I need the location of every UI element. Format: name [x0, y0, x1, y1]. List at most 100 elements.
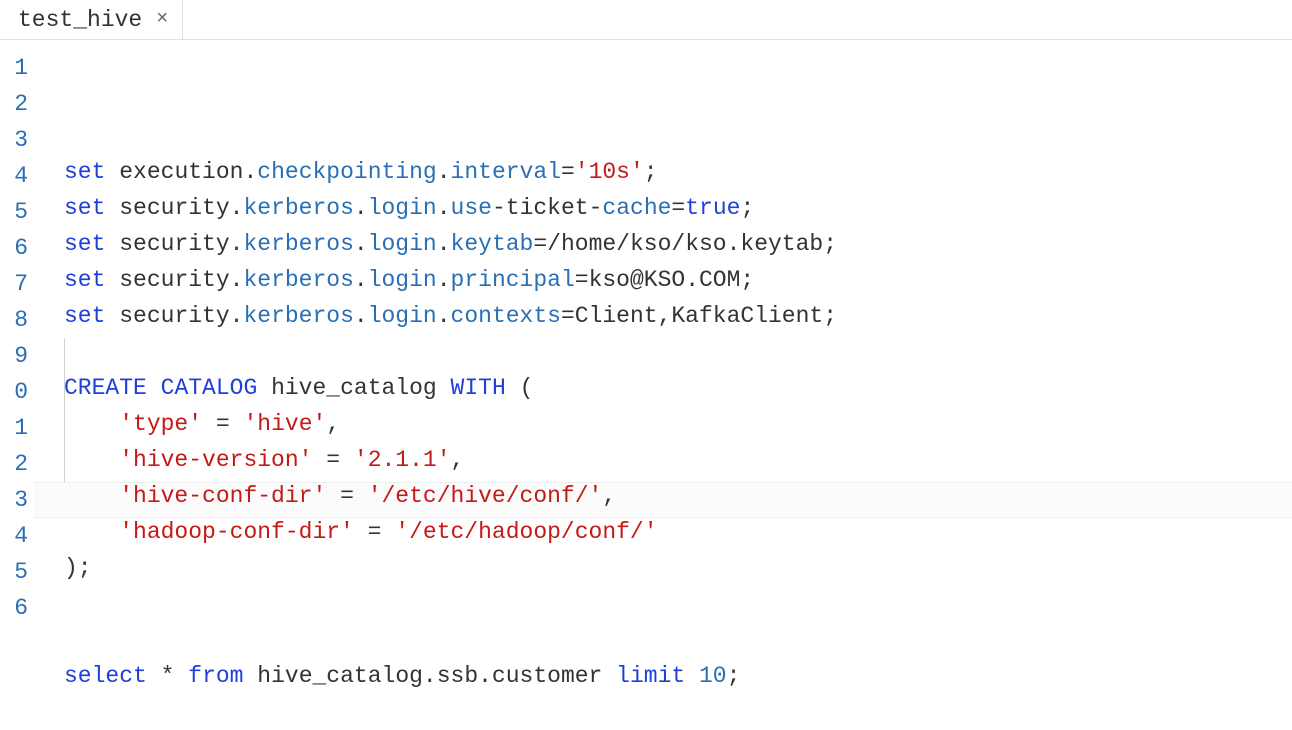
token: .: [437, 303, 451, 329]
token: security: [119, 231, 229, 257]
token: [105, 159, 119, 185]
line-number: 7: [0, 266, 28, 302]
token: contexts: [451, 303, 561, 329]
code-line[interactable]: set security.kerberos.login.keytab=/home…: [64, 226, 1292, 262]
token: [602, 663, 616, 689]
line-number: 3: [0, 482, 28, 518]
code-line[interactable]: [64, 622, 1292, 658]
token: =: [340, 483, 354, 509]
token: ;: [823, 231, 837, 257]
code-area[interactable]: set execution.checkpointing.interval='10…: [34, 40, 1292, 636]
line-number-gutter: 1234567890123456: [0, 40, 34, 636]
token: -: [589, 195, 603, 221]
token: =: [671, 195, 685, 221]
line-number: 2: [0, 86, 28, 122]
token: =: [368, 519, 382, 545]
code-line[interactable]: 'hive-version' = '2.1.1',: [64, 442, 1292, 478]
token: [64, 411, 119, 437]
token: [147, 663, 161, 689]
line-number: 4: [0, 158, 28, 194]
code-line[interactable]: select * from hive_catalog.ssb.customer …: [64, 658, 1292, 694]
token: 'hive-version': [119, 447, 312, 473]
token: set: [64, 303, 105, 329]
token: [243, 663, 257, 689]
token: 'hadoop-conf-dir': [119, 519, 354, 545]
code-line[interactable]: set security.kerberos.login.use-ticket-c…: [64, 190, 1292, 226]
token: -: [492, 195, 506, 221]
close-icon[interactable]: ×: [156, 10, 168, 30]
token: Client,KafkaClient: [575, 303, 823, 329]
token: login: [368, 195, 437, 221]
token: .: [354, 303, 368, 329]
token: hive_catalog.ssb.customer: [257, 663, 602, 689]
token: [685, 663, 699, 689]
token: WITH: [451, 375, 506, 401]
token: security: [119, 267, 229, 293]
token: .: [437, 231, 451, 257]
token: ;: [644, 159, 658, 185]
token: .: [243, 159, 257, 185]
token: [105, 303, 119, 329]
token: .: [230, 231, 244, 257]
token: interval: [451, 159, 561, 185]
code-line[interactable]: );: [64, 550, 1292, 586]
code-line[interactable]: [64, 334, 1292, 370]
code-editor[interactable]: 1234567890123456 set execution.checkpoin…: [0, 40, 1292, 636]
token: ;: [823, 303, 837, 329]
token: set: [64, 267, 105, 293]
token: limit: [616, 663, 685, 689]
code-line[interactable]: 'type' = 'hive',: [64, 406, 1292, 442]
token: [381, 519, 395, 545]
token: security: [119, 303, 229, 329]
token: [105, 267, 119, 293]
token: =: [216, 411, 230, 437]
token: '2.1.1': [354, 447, 451, 473]
token: [147, 375, 161, 401]
code-line[interactable]: set security.kerberos.login.principal=ks…: [64, 262, 1292, 298]
token: [105, 231, 119, 257]
token: [312, 447, 326, 473]
token: checkpointing: [257, 159, 436, 185]
code-line[interactable]: [64, 586, 1292, 622]
tab-test-hive[interactable]: test_hive ×: [0, 0, 183, 39]
token: ;: [727, 663, 741, 689]
token: login: [368, 303, 437, 329]
token: [64, 483, 119, 509]
code-line[interactable]: CREATE CATALOG hive_catalog WITH (: [64, 370, 1292, 406]
line-number: 2: [0, 446, 28, 482]
token: [64, 447, 119, 473]
token: =: [561, 159, 575, 185]
token: hive_catalog: [271, 375, 437, 401]
token: cache: [602, 195, 671, 221]
token: [202, 411, 216, 437]
code-line[interactable]: 'hadoop-conf-dir' = '/etc/hadoop/conf/': [64, 514, 1292, 550]
token: =: [575, 267, 589, 293]
token: kerberos: [243, 267, 353, 293]
line-number: 6: [0, 590, 28, 626]
token: ticket: [506, 195, 589, 221]
token: '/etc/hadoop/conf/': [395, 519, 657, 545]
line-number: 3: [0, 122, 28, 158]
code-line[interactable]: [64, 694, 1292, 730]
token: [340, 447, 354, 473]
line-number: 6: [0, 230, 28, 266]
token: kerberos: [243, 231, 353, 257]
token: select: [64, 663, 147, 689]
token: principal: [451, 267, 575, 293]
token: use: [451, 195, 492, 221]
token: =: [561, 303, 575, 329]
token: set: [64, 231, 105, 257]
token: [326, 483, 340, 509]
token: .: [354, 195, 368, 221]
token: *: [161, 663, 175, 689]
token: [230, 411, 244, 437]
token: from: [188, 663, 243, 689]
token: kerberos: [243, 303, 353, 329]
token: /home/kso/kso.keytab: [547, 231, 823, 257]
code-line[interactable]: set security.kerberos.login.contexts=Cli…: [64, 298, 1292, 334]
code-line[interactable]: set execution.checkpointing.interval='10…: [64, 154, 1292, 190]
code-line[interactable]: 'hive-conf-dir' = '/etc/hive/conf/',: [64, 478, 1292, 514]
token: .: [230, 267, 244, 293]
token: 10: [699, 663, 727, 689]
token: 'hive': [243, 411, 326, 437]
